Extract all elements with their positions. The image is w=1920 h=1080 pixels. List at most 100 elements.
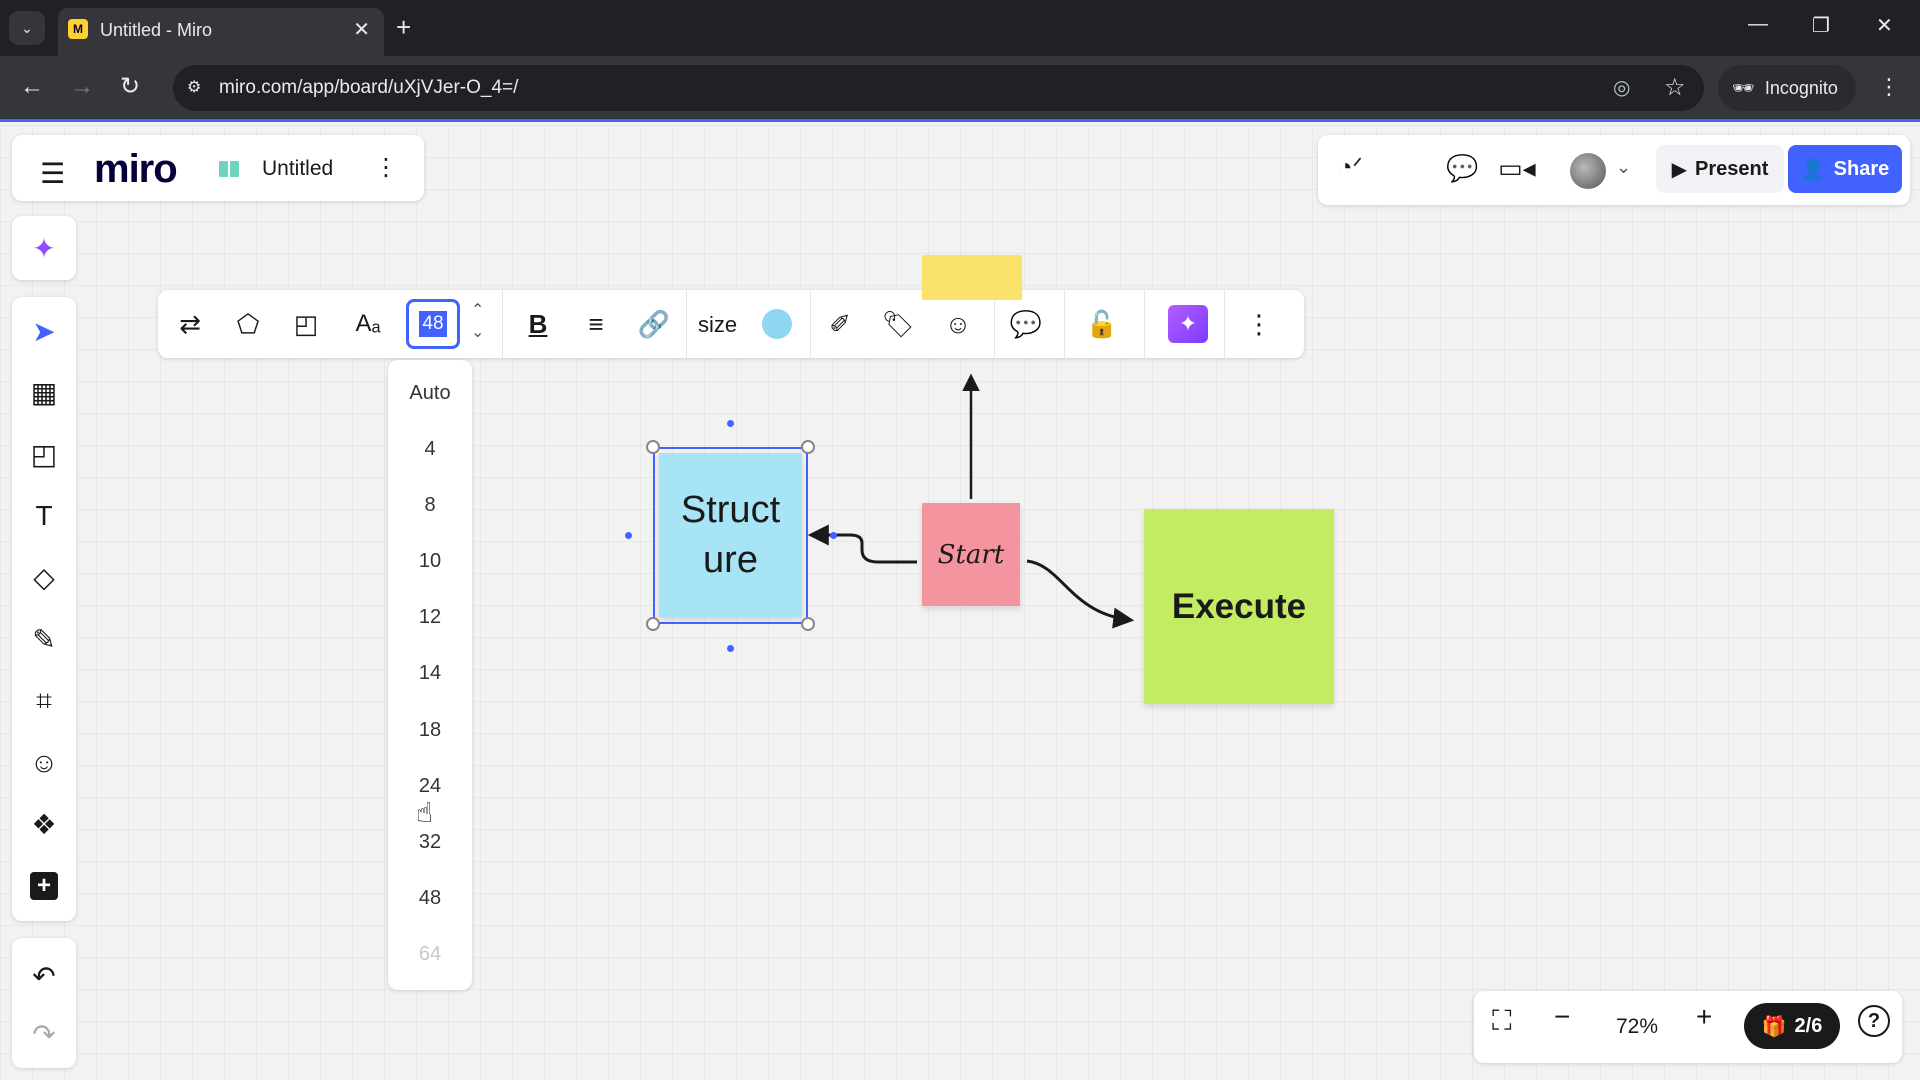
add-reaction-icon[interactable]: ☺ [940,302,976,346]
browser-tab[interactable]: M Untitled - Miro ✕ [58,8,384,56]
fill-color-swatch[interactable] [762,309,792,339]
bold-icon[interactable]: B [520,302,556,346]
main-menu-icon[interactable]: ☰ [40,160,65,188]
minimize-icon[interactable]: — [1748,13,1768,36]
font-size-option[interactable]: 8 [388,494,472,517]
new-tab-icon[interactable]: + [396,12,411,42]
share-button[interactable]: 👤 Share [1788,145,1902,193]
tab-search-chevron-icon[interactable]: ⌄ [9,11,45,45]
connection-point-left[interactable] [625,532,632,539]
toolbar-divider [810,290,811,358]
hand-cursor-icon: ☝ [416,797,434,828]
font-family-icon[interactable]: Aₐ [348,302,388,346]
chevron-up-icon[interactable]: ⌃ [471,300,484,322]
board-book-icon [219,161,239,177]
video-call-icon[interactable]: ▭◂ [1498,153,1536,184]
font-size-option[interactable]: 32 [388,831,472,854]
pages-button[interactable]: 🎁 2/6 [1744,1003,1840,1049]
sticky-note-start[interactable]: Start [922,503,1020,606]
incognito-badge[interactable]: 🕶 Incognito [1718,65,1856,111]
text-tool-icon[interactable]: T [12,488,76,544]
font-size-option[interactable]: 14 [388,662,472,685]
sticky-note-icon[interactable]: ◰ [12,426,76,482]
ai-sparkle-icon[interactable]: ✦ [12,220,76,276]
font-size-option[interactable]: 48 [388,887,472,910]
fit-to-screen-icon[interactable]: ⛶ [1492,1005,1512,1038]
undo-redo-panel: ↶ ↷ [12,938,76,1068]
stickers-icon[interactable]: ☺ [12,735,76,791]
browser-address-bar: ← → ↻ ⚙ miro.com/app/board/uXjVJer-O_4=/… [0,56,1920,122]
zoom-in-icon[interactable]: + [1696,1001,1712,1033]
browser-menu-icon[interactable]: ⋮ [1878,74,1900,100]
url-text[interactable]: miro.com/app/board/uXjVJer-O_4=/ [219,77,518,99]
lock-icon[interactable]: 🔓 [1084,302,1120,346]
font-size-option[interactable]: 10 [388,550,472,573]
sticky-note-yellow[interactable] [922,255,1022,300]
browser-tab-bar: ⌄ M Untitled - Miro ✕ + — ❐ ✕ [0,0,1920,56]
pen-icon[interactable]: ✎ [12,611,76,667]
font-size-option[interactable]: 64 [388,943,472,966]
url-omnibox[interactable]: ⚙ miro.com/app/board/uXjVJer-O_4=/ ◎ ☆ [173,65,1704,111]
font-size-option[interactable]: 12 [388,606,472,629]
window-close-icon[interactable]: ✕ [1876,13,1893,38]
tag-icon[interactable]: 🏷 [880,302,916,346]
board-name[interactable]: Untitled [262,157,333,181]
templates-icon[interactable]: ▦ [12,364,76,420]
comment-icon[interactable]: 💬 [1008,302,1044,346]
resize-handle-bottom-right[interactable] [801,617,815,631]
switch-type-icon[interactable]: ⇄ [172,302,208,346]
site-settings-icon[interactable]: ⚙ [187,77,201,97]
tab-close-icon[interactable]: ✕ [353,17,370,42]
toolbar-divider [994,290,995,358]
more-shapes-icon[interactable]: ❖ [12,796,76,852]
resize-handle-bottom-left[interactable] [646,617,660,631]
frame-icon[interactable]: ⌗ [12,673,76,729]
board-canvas[interactable]: ☰ miro Untitled ⋮ ◔ᐟ 💬 ▭◂ ⌄ ▶ Present 👤 … [0,125,1920,1080]
shape-outline-icon[interactable]: ⬠ [230,302,266,346]
zoom-level[interactable]: 72% [1616,1015,1658,1039]
comments-icon[interactable]: 💬 [1446,153,1478,184]
size-label[interactable]: size [698,312,737,338]
reactions-icon[interactable]: ◔ᐟ [1338,153,1363,182]
font-size-stepper[interactable]: ⌃ ⌄ [471,300,484,344]
font-size-option[interactable]: 18 [388,719,472,742]
miro-logo[interactable]: miro [94,147,178,192]
forward-icon[interactable]: → [70,74,94,100]
help-icon[interactable]: ? [1858,1005,1890,1037]
add-apps-icon[interactable]: + [12,858,76,914]
shapes-icon[interactable]: ◇ [12,549,76,605]
font-size-option[interactable]: Auto [388,382,472,405]
restore-icon[interactable]: ❐ [1812,13,1830,38]
resize-handle-top-right[interactable] [801,440,815,454]
toolbar-divider [1144,290,1145,358]
pen-link-icon[interactable]: ✐ [822,302,858,346]
link-icon[interactable]: 🔗 [636,302,672,346]
eye-off-icon[interactable]: ◎ [1613,75,1630,100]
connection-point-top[interactable] [727,420,734,427]
undo-icon[interactable]: ↶ [12,948,76,1004]
chevron-down-icon[interactable]: ⌄ [471,322,484,344]
zoom-out-icon[interactable]: − [1554,1001,1570,1033]
select-cursor-icon[interactable]: ➤ [12,303,76,359]
redo-icon[interactable]: ↷ [12,1006,76,1062]
sticky-style-icon[interactable]: ◰ [288,302,324,346]
bookmark-star-icon[interactable]: ☆ [1664,73,1686,102]
user-avatar[interactable] [1570,153,1606,189]
toolbar-divider [502,290,503,358]
font-size-option[interactable]: 4 [388,438,472,461]
reload-icon[interactable]: ↻ [120,74,140,100]
more-options-icon[interactable]: ⋮ [1244,302,1274,346]
collab-panel: ◔ᐟ 💬 ▭◂ ⌄ ▶ Present 👤 Share [1318,135,1910,205]
board-options-icon[interactable]: ⋮ [374,153,398,182]
connection-point-right[interactable] [830,532,837,539]
ai-sparkle-icon[interactable]: ✦ [1168,305,1208,343]
back-icon[interactable]: ← [20,74,44,100]
resize-handle-top-left[interactable] [646,440,660,454]
font-size-option[interactable]: 24 [388,775,472,798]
present-button[interactable]: ▶ Present [1656,145,1784,193]
font-size-input[interactable]: 48 [406,299,460,349]
align-center-icon[interactable]: ≡ [578,302,614,346]
chevron-down-icon[interactable]: ⌄ [1616,157,1631,178]
connection-point-bottom[interactable] [727,645,734,652]
sticky-note-execute[interactable]: Execute [1144,509,1334,704]
